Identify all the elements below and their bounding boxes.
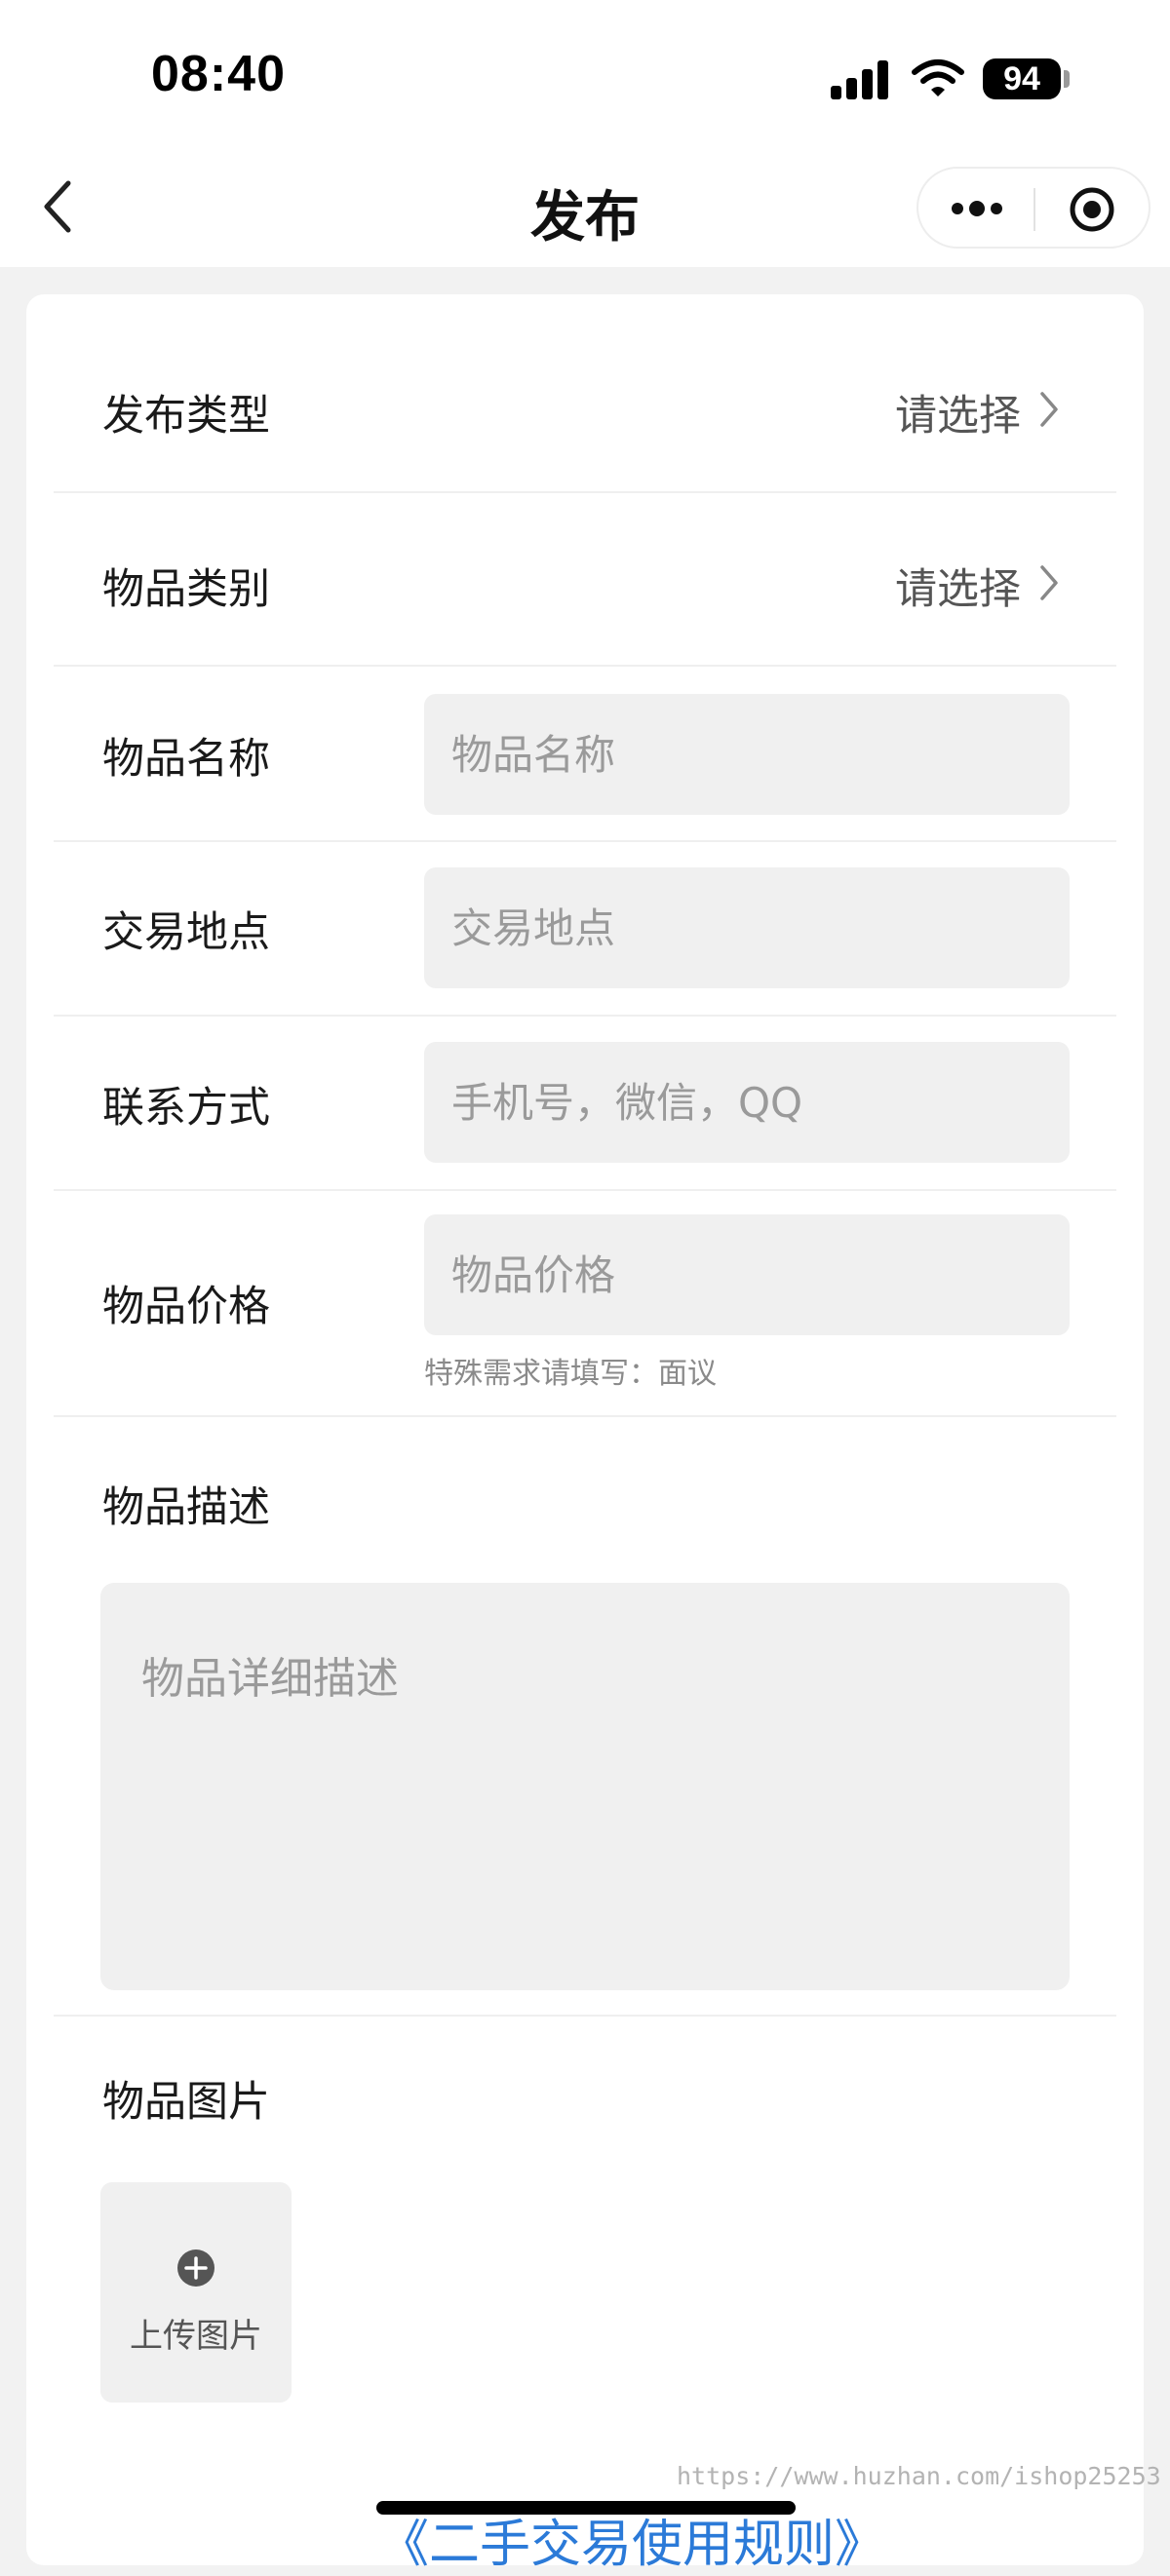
wifi-icon [912, 59, 964, 96]
price-label: 物品价格 [102, 1283, 270, 1331]
mini-program-capsule [916, 167, 1150, 249]
battery-icon: 94 [983, 58, 1061, 99]
divider [54, 2015, 1116, 2017]
description-label: 物品描述 [102, 1483, 270, 1532]
category-row[interactable]: 物品类别 请选择 [54, 546, 1116, 643]
chevron-right-icon [1040, 565, 1058, 600]
target-icon[interactable] [1069, 186, 1115, 233]
signal-icon [831, 60, 888, 99]
upload-image-label: 上传图片 [130, 2317, 262, 2356]
location-label: 交易地点 [102, 908, 270, 957]
status-bar: 08:40 94 [0, 0, 1170, 146]
description-textarea[interactable] [100, 1583, 1070, 1990]
nav-bar: 发布 [0, 146, 1170, 267]
divider [54, 1415, 1116, 1417]
divider [54, 1015, 1116, 1017]
divider [54, 840, 1116, 842]
publish-type-value[interactable]: 请选择 [895, 382, 1021, 442]
item-name-label: 物品名称 [102, 735, 270, 784]
contact-label: 联系方式 [102, 1084, 270, 1133]
publish-type-row[interactable]: 发布类型 请选择 [54, 372, 1116, 470]
location-input[interactable] [424, 867, 1070, 988]
item-name-input[interactable] [424, 694, 1070, 815]
watermark: https://www.huzhan.com/ishop25253 [677, 2462, 1161, 2490]
divider [54, 491, 1116, 493]
publish-form: 发布类型 请选择 物品类别 请选择 物品名称 交易地点 联系方式 物品价格 特殊… [26, 294, 1144, 2565]
publish-type-label: 发布类型 [102, 392, 270, 441]
chevron-right-icon [1040, 392, 1058, 427]
category-value[interactable]: 请选择 [895, 556, 1021, 616]
price-hint: 特殊需求请填写：面议 [424, 1357, 717, 1391]
status-time: 08:40 [151, 46, 286, 102]
plus-circle-icon [177, 2249, 214, 2287]
home-indicator [376, 2501, 796, 2515]
capsule-divider [1034, 188, 1035, 231]
contact-input[interactable] [424, 1042, 1070, 1163]
battery-tip [1064, 70, 1070, 88]
divider [54, 665, 1116, 667]
battery-level: 94 [1003, 60, 1040, 97]
upload-image-button[interactable]: 上传图片 [100, 2182, 292, 2403]
category-label: 物品类别 [102, 565, 270, 614]
price-input[interactable] [424, 1214, 1070, 1335]
more-icon[interactable] [948, 194, 1006, 223]
divider [54, 1189, 1116, 1191]
images-label: 物品图片 [102, 2078, 270, 2127]
